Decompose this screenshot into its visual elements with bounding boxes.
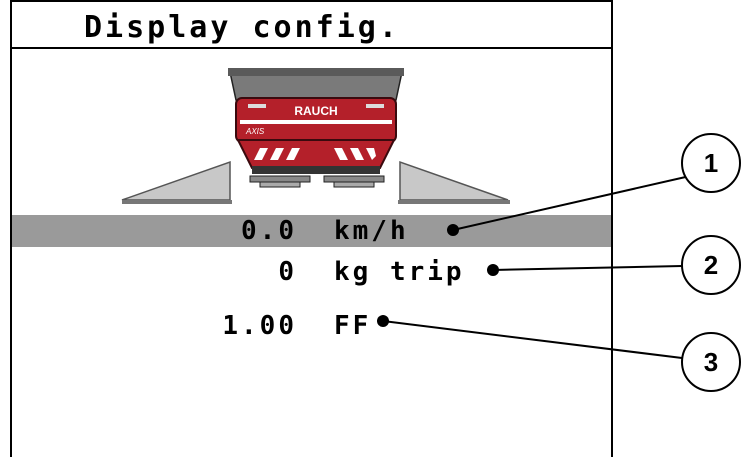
right-spread-ramp bbox=[399, 160, 509, 201]
left-disc bbox=[249, 175, 311, 188]
flow-factor-unit: FF bbox=[334, 311, 372, 341]
flow-factor-value: 1.00 bbox=[222, 311, 297, 341]
speed-row[interactable]: 0.0 km/h bbox=[12, 215, 611, 247]
left-spread-ramp bbox=[121, 160, 231, 201]
callout-label-1: 1 bbox=[704, 148, 718, 178]
callout-circle-1 bbox=[681, 133, 741, 193]
right-disc bbox=[323, 175, 385, 188]
trip-value: 0 bbox=[278, 257, 297, 287]
callout-label-3: 3 bbox=[704, 347, 718, 377]
flow-factor-row[interactable]: 1.00 FF bbox=[12, 310, 611, 342]
model-logo: AXIS bbox=[245, 127, 265, 136]
trip-row[interactable]: 0 kg trip bbox=[12, 256, 611, 288]
speed-unit: km/h bbox=[334, 216, 409, 246]
page-title: Display config. bbox=[84, 10, 400, 45]
hopper-top bbox=[229, 71, 403, 101]
speed-value: 0.0 bbox=[241, 216, 297, 246]
callout-label-2: 2 bbox=[704, 250, 718, 280]
display-screen: Display config. RAUCH AXIS 0.0 km/h 0 kg… bbox=[10, 0, 613, 457]
callout-circle-3 bbox=[681, 332, 741, 392]
callout-circle-2 bbox=[681, 235, 741, 295]
spreader-illustration: RAUCH AXIS bbox=[121, 68, 510, 204]
trip-unit: kg trip bbox=[334, 257, 465, 287]
brand-logo: RAUCH bbox=[294, 104, 337, 118]
title-bar: Display config. bbox=[12, 2, 611, 49]
